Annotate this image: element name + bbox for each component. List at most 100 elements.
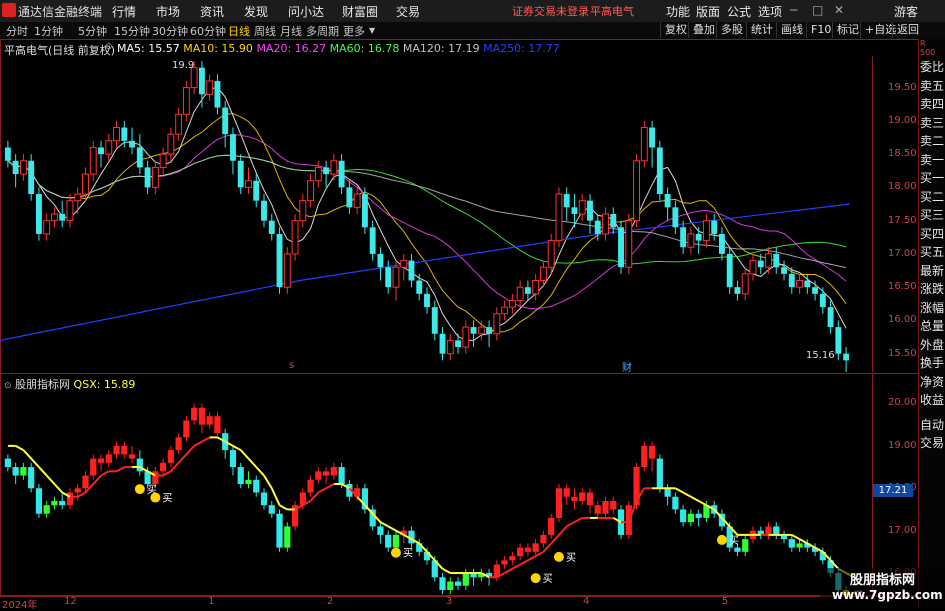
candle[interactable] [493,307,501,341]
candlestick-chart[interactable] [0,56,872,372]
candle[interactable] [167,127,175,161]
login-warning[interactable]: 证券交易未登录 [512,3,589,19]
candle[interactable] [369,220,376,261]
menu-gongneng[interactable]: 功能 [666,3,690,20]
candle[interactable] [151,160,159,195]
candle[interactable] [283,247,291,294]
btn-duogu[interactable]: 多股 [716,22,747,38]
candle[interactable] [253,174,260,208]
candle[interactable] [508,293,516,314]
candle[interactable] [555,187,563,248]
candle[interactable] [330,154,338,181]
candle[interactable] [819,287,826,314]
candle[interactable] [144,160,151,195]
menu-faxian[interactable]: 发现 [244,3,268,20]
ma-toggle-icon[interactable]: ⊙ [105,42,113,52]
candle[interactable] [89,140,97,181]
buy-signal-icon[interactable]: 买 [390,547,413,560]
candle[interactable] [416,273,423,301]
side-panel-item[interactable]: 交易 [920,435,945,451]
guest-label[interactable]: 游客 [894,3,918,20]
period-weekly[interactable]: 周线 [254,23,276,39]
candle[interactable] [113,120,120,148]
candle[interactable] [385,260,392,294]
candle[interactable] [656,140,663,201]
candle[interactable] [299,194,307,228]
menu-caifuquan[interactable]: 财富圈 [342,3,378,20]
menu-wenxiaoda[interactable]: 问小达 [288,3,324,20]
candle[interactable] [749,253,757,281]
candle[interactable] [610,207,617,234]
period-fenshi[interactable]: 分时 [6,23,28,39]
candle[interactable] [843,347,850,372]
btn-fuquan[interactable]: 复权 [660,22,691,38]
period-5min[interactable]: 5分钟 [78,23,107,39]
candle[interactable] [206,74,214,101]
candle[interactable] [672,200,679,234]
candle[interactable] [702,214,710,248]
candle[interactable] [664,187,671,221]
candle[interactable] [222,100,229,148]
candle[interactable] [470,320,477,348]
candle[interactable] [338,154,345,195]
candle[interactable] [625,214,633,274]
side-panel-item[interactable]: 自动 [920,417,945,433]
candle[interactable] [182,80,190,121]
candle[interactable] [268,214,275,241]
candle[interactable] [314,160,322,188]
candle[interactable] [129,127,136,155]
indicator-chart[interactable]: 买买买买买买买 [0,390,872,595]
candle[interactable] [51,207,58,228]
btn-back[interactable]: 返回 [892,22,923,38]
candle[interactable] [640,120,648,168]
buy-signal-icon[interactable]: 买 [553,551,576,564]
close-icon[interactable]: ✕ [834,3,844,17]
menu-xuanxiang[interactable]: 选项 [758,3,782,20]
menu-shichang[interactable]: 市场 [156,3,180,20]
candle[interactable] [796,273,803,294]
candle[interactable] [424,287,430,314]
candle[interactable] [377,247,384,281]
candle[interactable] [718,227,725,261]
candle[interactable] [136,134,143,175]
candle[interactable] [431,300,438,341]
candle[interactable] [323,160,330,188]
buy-signal-icon[interactable]: 买 [150,492,172,505]
event-mark-s[interactable]: s [289,360,294,371]
candle[interactable] [532,273,540,301]
candle[interactable] [455,333,461,354]
period-daily[interactable]: 日线 [228,23,250,39]
candle[interactable] [501,300,509,321]
candle[interactable] [781,260,787,281]
candle[interactable] [214,74,221,115]
candle[interactable] [230,127,236,175]
maximize-icon[interactable]: □ [812,3,823,17]
candle[interactable] [400,253,408,281]
candle[interactable] [602,207,609,241]
candle[interactable] [245,167,252,195]
candle[interactable] [28,154,35,201]
buy-signal-icon[interactable]: 买 [530,573,553,585]
more-chevron-icon[interactable]: ▼ [369,26,375,35]
candle[interactable] [98,140,104,168]
candle[interactable] [439,327,446,361]
btn-diejia[interactable]: 叠加 [688,22,719,38]
candle[interactable] [563,187,570,221]
menu-gongshi[interactable]: 公式 [727,3,751,20]
menu-hangqing[interactable]: 行情 [112,3,136,20]
candle[interactable] [788,267,795,294]
candle[interactable] [261,194,267,228]
candle[interactable] [734,280,741,301]
btn-f10[interactable]: F10 [806,22,835,38]
candle[interactable] [159,147,167,175]
period-multi[interactable]: 多周期 [306,23,339,39]
candle[interactable] [307,174,315,208]
btn-huaxian[interactable]: 画线 [776,22,807,38]
candle[interactable] [711,214,718,241]
candle[interactable] [4,140,11,168]
menu-banmian[interactable]: 版面 [696,3,720,20]
candle[interactable] [695,227,702,254]
btn-tongji[interactable]: 统计 [746,22,777,38]
period-monthly[interactable]: 月线 [280,23,302,39]
candle[interactable] [35,187,42,241]
